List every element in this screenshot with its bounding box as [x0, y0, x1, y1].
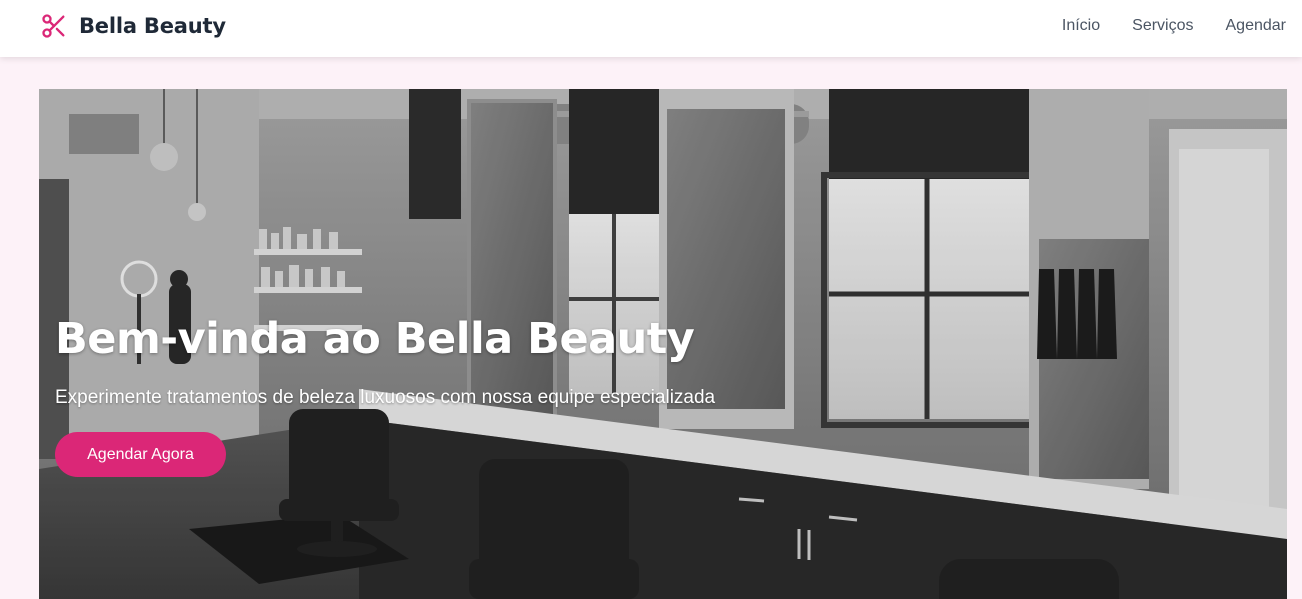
brand-logo-link[interactable]: Bella Beauty [40, 10, 226, 42]
main-nav: Início Serviços Agendar [1030, 16, 1286, 36]
hero-subtitle: Experimente tratamentos de beleza luxuos… [55, 387, 716, 408]
hero-section: Bem-vinda ao Bella Beauty Experimente tr… [39, 89, 1287, 599]
nav-link-inicio[interactable]: Início [1062, 16, 1100, 36]
nav-link-agendar[interactable]: Agendar [1226, 16, 1287, 36]
site-header: Bella Beauty Início Serviços Agendar [0, 0, 1302, 57]
brand-name: Bella Beauty [79, 14, 226, 38]
scissors-icon [40, 12, 68, 40]
nav-link-servicos[interactable]: Serviços [1132, 16, 1193, 36]
hero-title: Bem-vinda ao Bella Beauty [55, 314, 695, 364]
book-now-button[interactable]: Agendar Agora [55, 432, 226, 477]
